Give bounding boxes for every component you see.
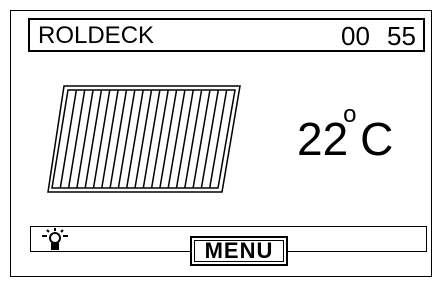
shutter-slat (159, 89, 178, 189)
device-title: ROLDECK (38, 22, 155, 49)
shutter-slat (84, 89, 103, 189)
temperature-readout: 22 o C (297, 103, 394, 165)
shutter-slat (59, 89, 78, 189)
temperature-unit: C (360, 113, 394, 165)
shutter-slat (76, 89, 94, 189)
shutter-slat (109, 89, 128, 189)
title-bar: ROLDECK 00 55 (28, 18, 425, 52)
clock-hours: 00 (341, 21, 370, 51)
shutter-slat (150, 89, 169, 189)
shutter-slat (167, 89, 186, 189)
shutter-slat (101, 89, 119, 189)
shutter-slat (192, 89, 211, 189)
menu-button[interactable]: MENU (190, 236, 288, 266)
temperature-value: 22 (297, 113, 349, 165)
shutter-slat (67, 89, 86, 189)
shutter-slat (142, 89, 161, 189)
shutter-slat (175, 89, 194, 189)
shutter-slat (208, 89, 228, 189)
shutter-slat (125, 89, 144, 189)
shutter-slat (117, 89, 136, 189)
light-bulb-icon[interactable] (40, 228, 70, 252)
temperature-unit-wrap: oC (343, 103, 394, 165)
degree-symbol: o (343, 101, 357, 128)
roll-cover-icon (47, 85, 241, 193)
clock-minutes: 55 (387, 21, 416, 51)
shutter-slat (200, 89, 220, 189)
shutter-slat (184, 89, 203, 189)
shutter-slat (134, 89, 153, 189)
shutter-slat (92, 89, 111, 189)
